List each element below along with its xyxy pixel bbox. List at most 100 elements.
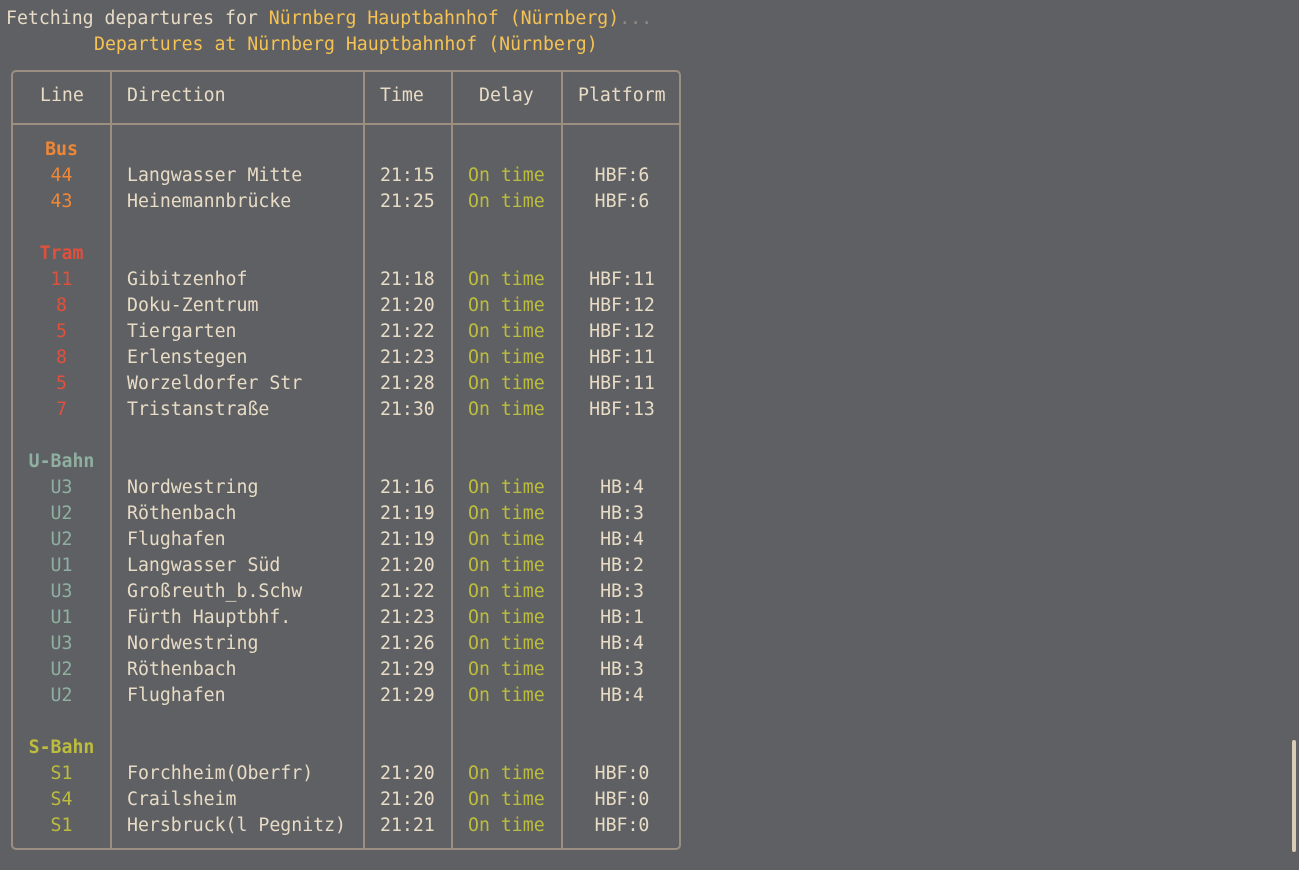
group-header: S-Bahn — [28, 737, 95, 758]
platform-cell: HBF:11 — [589, 269, 655, 290]
delay-cell: On time — [468, 269, 545, 290]
direction-cell: Forchheim(Oberfr) — [127, 763, 314, 784]
fetch-station: Nürnberg Hauptbahnhof (Nürnberg) — [268, 8, 620, 29]
header-platform: Platform — [578, 85, 666, 106]
delay-cell: On time — [468, 477, 545, 498]
column-divider — [451, 72, 453, 848]
line-cell: U1 — [50, 555, 73, 576]
line-cell: 8 — [56, 295, 67, 316]
line-cell: 8 — [56, 347, 67, 368]
direction-cell: Tristanstraße — [127, 399, 270, 420]
line-cell: U3 — [50, 581, 73, 602]
time-cell: 21:19 — [380, 529, 435, 550]
platform-cell: HBF:0 — [594, 789, 650, 810]
table-title: Departures at Nürnberg Hauptbahnhof (Nür… — [94, 34, 598, 55]
time-cell: 21:30 — [380, 399, 435, 420]
time-cell: 21:19 — [380, 503, 435, 524]
header-delay: Delay — [479, 85, 534, 106]
platform-cell: HBF:13 — [589, 399, 655, 420]
time-cell: 21:29 — [380, 659, 435, 680]
line-cell: 5 — [56, 321, 67, 342]
time-cell: 21:16 — [380, 477, 435, 498]
delay-cell: On time — [468, 529, 545, 550]
delay-cell: On time — [468, 581, 545, 602]
line-cell: U3 — [50, 633, 73, 654]
time-cell: 21:23 — [380, 607, 435, 628]
delay-cell: On time — [468, 165, 545, 186]
time-cell: 21:15 — [380, 165, 435, 186]
line-cell: U2 — [50, 685, 73, 706]
delay-cell: On time — [468, 347, 545, 368]
header-line: Line — [40, 85, 84, 106]
fetch-prefix: Fetching departures for — [6, 8, 269, 29]
direction-cell: Flughafen — [127, 685, 226, 706]
column-divider — [110, 72, 112, 848]
line-cell: 43 — [50, 191, 73, 212]
group-header: Bus — [45, 139, 78, 160]
delay-cell: On time — [468, 659, 545, 680]
header-divider — [13, 123, 679, 125]
direction-cell: Röthenbach — [127, 503, 237, 524]
delay-cell: On time — [468, 789, 545, 810]
platform-cell: HB:4 — [600, 477, 644, 498]
platform-cell: HB:1 — [600, 607, 644, 628]
time-cell: 21:28 — [380, 373, 435, 394]
line-cell: U1 — [50, 607, 73, 628]
platform-cell: HBF:12 — [589, 321, 655, 342]
platform-cell: HB:3 — [600, 581, 644, 602]
platform-cell: HBF:6 — [594, 191, 650, 212]
delay-cell: On time — [468, 763, 545, 784]
delay-cell: On time — [468, 399, 545, 420]
platform-cell: HBF:11 — [589, 373, 655, 394]
line-cell: S1 — [50, 815, 73, 836]
line-cell: 44 — [50, 165, 73, 186]
direction-cell: Heinemannbrücke — [127, 191, 292, 212]
time-cell: 21:29 — [380, 685, 435, 706]
platform-cell: HBF:0 — [594, 815, 650, 836]
delay-cell: On time — [468, 191, 545, 212]
platform-cell: HB:4 — [600, 633, 644, 654]
direction-cell: Tiergarten — [127, 321, 237, 342]
delay-cell: On time — [468, 607, 545, 628]
header-time: Time — [380, 85, 424, 106]
header-direction: Direction — [127, 85, 226, 106]
fetch-status-line: Fetching departures for Nürnberg Hauptba… — [6, 6, 652, 32]
delay-cell: On time — [468, 685, 545, 706]
delay-cell: On time — [468, 373, 545, 394]
platform-cell: HBF:11 — [589, 347, 655, 368]
fetch-ellipsis: ... — [619, 8, 653, 29]
delay-cell: On time — [468, 555, 545, 576]
platform-cell: HB:3 — [600, 659, 644, 680]
direction-cell: Nordwestring — [127, 633, 259, 654]
delay-cell: On time — [468, 633, 545, 654]
direction-cell: Langwasser Süd — [127, 555, 281, 576]
delay-cell: On time — [468, 503, 545, 524]
direction-cell: Worzeldorfer Str — [127, 373, 303, 394]
direction-cell: Röthenbach — [127, 659, 237, 680]
direction-cell: Gibitzenhof — [127, 269, 248, 290]
platform-cell: HB:4 — [600, 685, 644, 706]
direction-cell: Nordwestring — [127, 477, 259, 498]
time-cell: 21:20 — [380, 763, 435, 784]
direction-cell: Hersbruck(l Pegnitz) — [127, 815, 346, 836]
line-cell: U2 — [50, 529, 73, 550]
direction-cell: Großreuth_b.Schw — [127, 581, 303, 602]
group-header: Tram — [39, 243, 84, 264]
column-divider — [363, 72, 365, 848]
platform-cell: HB:4 — [600, 529, 644, 550]
group-header: U-Bahn — [28, 451, 95, 472]
scrollbar[interactable] — [1292, 740, 1296, 852]
line-cell: 7 — [56, 399, 67, 420]
time-cell: 21:22 — [380, 581, 435, 602]
time-cell: 21:26 — [380, 633, 435, 654]
platform-cell: HBF:0 — [594, 763, 650, 784]
direction-cell: Doku-Zentrum — [127, 295, 259, 316]
line-cell: 5 — [56, 373, 67, 394]
line-cell: U2 — [50, 503, 73, 524]
departures-table: Line Direction Time Delay Platform Bus 44… — [11, 70, 681, 850]
line-cell: S4 — [50, 789, 73, 810]
time-cell: 21:20 — [380, 295, 435, 316]
time-cell: 21:21 — [380, 815, 435, 836]
direction-cell: Crailsheim — [127, 789, 237, 810]
time-cell: 21:25 — [380, 191, 435, 212]
